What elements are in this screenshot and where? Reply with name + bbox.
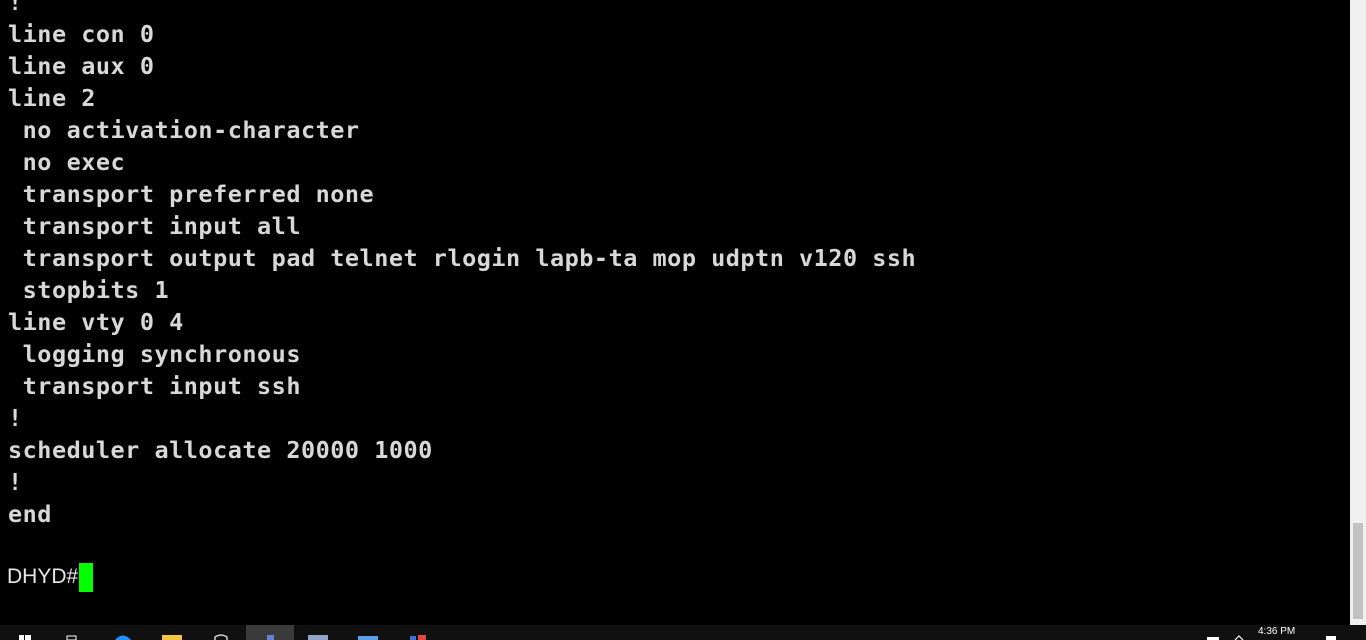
- terminal-line: scheduler allocate 20000 1000: [8, 436, 433, 464]
- terminal-line: transport input ssh: [8, 372, 301, 400]
- document-icon[interactable]: [306, 634, 330, 640]
- chevron-up-icon[interactable]: [1232, 634, 1246, 640]
- terminal-line: !: [8, 404, 23, 432]
- terminal-line: stopbits 1: [8, 276, 170, 304]
- terminal-line: no exec: [8, 148, 126, 176]
- terminal-line: !: [8, 468, 23, 496]
- terminal-line: transport output pad telnet rlogin lapb-…: [8, 244, 917, 272]
- vertical-scrollbar[interactable]: [1350, 0, 1366, 625]
- taskbar-clock[interactable]: 4:36 PM: [1258, 625, 1295, 639]
- mail-icon[interactable]: [356, 634, 380, 640]
- terminal-line: no activation-character: [8, 116, 360, 144]
- terminal-line: logging synchronous: [8, 340, 301, 368]
- scrollbar-thumb[interactable]: [1353, 523, 1363, 619]
- task-view-icon[interactable]: [64, 634, 78, 640]
- terminal-line: !: [8, 0, 23, 16]
- terminal-line: transport input all: [8, 212, 301, 240]
- notification-icon[interactable]: [1204, 634, 1222, 640]
- text-cursor[interactable]: [79, 562, 94, 592]
- terminal-line: line vty 0 4: [8, 308, 184, 336]
- command-prompt-row[interactable]: DHYD#: [7, 562, 94, 592]
- windows-start-icon[interactable]: [18, 634, 32, 640]
- terminal-output: ! line con 0 line aux 0 line 2 no activa…: [8, 0, 916, 562]
- terminal-line: end: [8, 500, 52, 528]
- terminal-line: transport preferred none: [8, 180, 375, 208]
- terminal-window[interactable]: ! line con 0 line aux 0 line 2 no activa…: [0, 0, 1350, 625]
- terminal-line: line aux 0: [8, 52, 155, 80]
- action-center-icon[interactable]: [1322, 634, 1340, 640]
- file-explorer-icon[interactable]: [160, 634, 184, 640]
- command-prompt: DHYD#: [7, 565, 79, 588]
- taskbar: 4:36 PM: [0, 625, 1366, 640]
- store-icon[interactable]: [210, 634, 232, 640]
- terminal-app-icon[interactable]: [258, 634, 282, 640]
- network-app-icon[interactable]: [406, 634, 430, 640]
- edge-browser-icon[interactable]: [113, 634, 133, 640]
- terminal-line: line 2: [8, 84, 96, 112]
- terminal-line: line con 0: [8, 20, 155, 48]
